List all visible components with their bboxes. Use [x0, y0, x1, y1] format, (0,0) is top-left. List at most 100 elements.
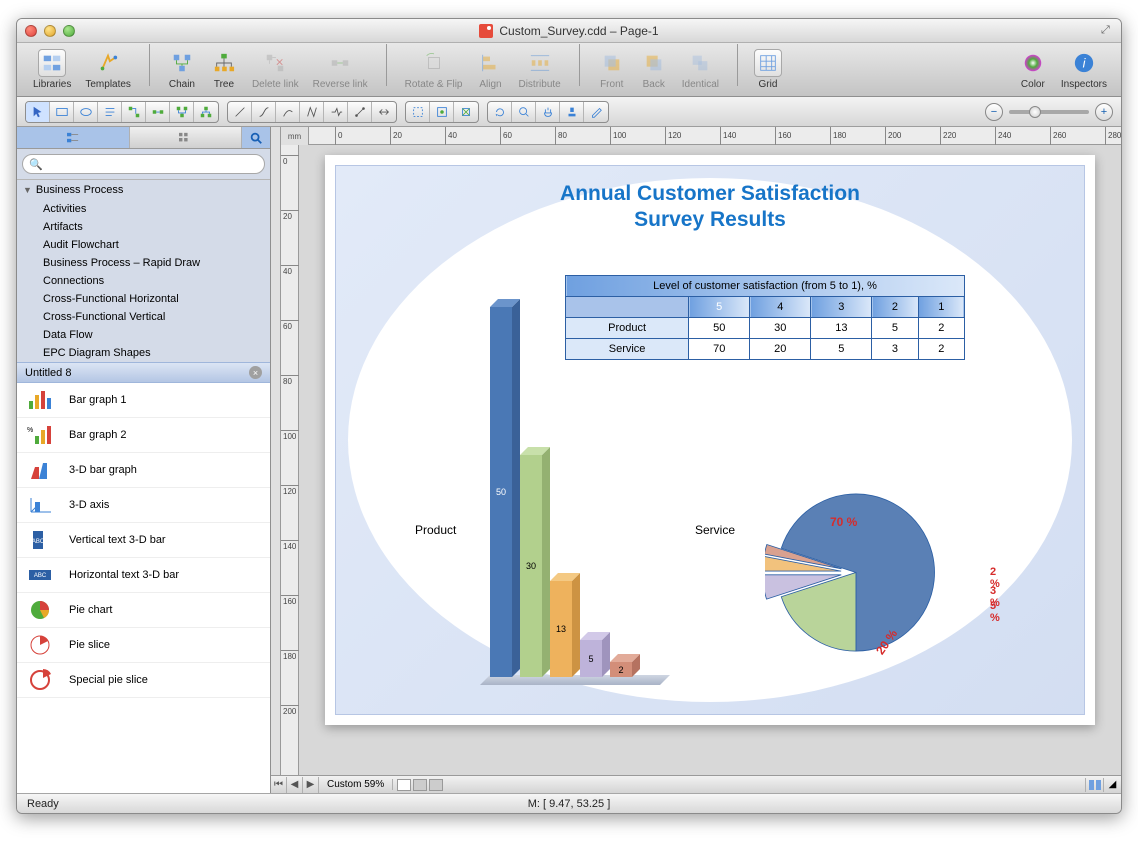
tree-item[interactable]: Data Flow — [17, 326, 270, 344]
shape-item[interactable]: Pie slice — [17, 628, 270, 663]
connector-tool-1[interactable] — [122, 102, 146, 122]
statusbar: Ready M: [ 9.47, 53.25 ] — [17, 793, 1121, 813]
zoom-combo[interactable]: Custom 59% — [319, 779, 393, 790]
tree-category[interactable]: ▼Business Process — [17, 180, 270, 200]
stamp-tool[interactable] — [560, 102, 584, 122]
tree-button[interactable]: Tree — [206, 47, 242, 92]
line-tool-3[interactable] — [276, 102, 300, 122]
split-view-icon[interactable] — [1085, 778, 1103, 792]
shape-item[interactable]: ABCHorizontal text 3-D bar — [17, 558, 270, 593]
sidebar-search-input[interactable] — [22, 154, 265, 174]
line-tool-1[interactable] — [228, 102, 252, 122]
connector-tool-2[interactable] — [146, 102, 170, 122]
vertical-ruler: 020406080100120140160180200 — [281, 145, 299, 775]
align-icon — [476, 49, 504, 77]
pie-chart-label: Service — [695, 523, 735, 537]
sidebar-tab-search[interactable] — [242, 127, 270, 148]
fullscreen-icon[interactable]: ⤢ — [1101, 24, 1115, 38]
page-tab-2[interactable] — [413, 779, 427, 791]
sidebar-tab-tree[interactable] — [17, 127, 130, 148]
shape-item[interactable]: Special pie slice — [17, 663, 270, 698]
tree-item[interactable]: Cross-Functional Horizontal — [17, 290, 270, 308]
libraries-button[interactable]: Libraries — [29, 47, 75, 92]
edit-tool-2[interactable] — [430, 102, 454, 122]
shape-item[interactable]: ABCVertical text 3-D bar — [17, 523, 270, 558]
tree-item[interactable]: Audit Flowchart — [17, 236, 270, 254]
chain-icon — [168, 49, 196, 77]
shape-item[interactable]: 3-D bar graph — [17, 453, 270, 488]
open-library-tab[interactable]: Untitled 8 × — [17, 362, 270, 383]
page-prev-button[interactable]: ◀ — [287, 777, 303, 793]
tree-item[interactable]: Cross-Functional Vertical — [17, 308, 270, 326]
distribute-icon — [526, 49, 554, 77]
shape-item[interactable]: 3-D axis — [17, 488, 270, 523]
rect-tool[interactable] — [50, 102, 74, 122]
inspectors-icon: i — [1070, 49, 1098, 77]
titlebar: Custom_Survey.cdd – Page-1 ⤢ — [17, 19, 1121, 43]
back-icon — [640, 49, 668, 77]
horizontal-ruler: 020406080100120140160180200220240260280 — [309, 127, 1121, 144]
pointer-tool[interactable] — [26, 102, 50, 122]
svg-text:%: % — [27, 427, 33, 434]
color-button[interactable]: Color — [1015, 47, 1051, 92]
back-button: Back — [636, 47, 672, 92]
tree-item[interactable]: Business Process – Rapid Draw — [17, 254, 270, 272]
rotate-flip-button: Rotate & Flip — [401, 47, 467, 92]
refresh-tool[interactable] — [488, 102, 512, 122]
color-icon — [1019, 49, 1047, 77]
tree-item[interactable]: Artifacts — [17, 218, 270, 236]
line-tool-2[interactable] — [252, 102, 276, 122]
edit-tool-3[interactable] — [454, 102, 478, 122]
zoom-tool[interactable] — [512, 102, 536, 122]
tree-icon — [210, 49, 238, 77]
page-next-button[interactable]: ▶ — [303, 777, 319, 793]
document-title: Annual Customer Satisfaction Survey Resu… — [345, 181, 1075, 234]
page-first-button[interactable]: ⏮ — [271, 777, 287, 793]
rotate-flip-icon — [420, 49, 448, 77]
grid-button[interactable]: Grid — [750, 47, 786, 92]
document-icon — [479, 24, 493, 38]
table-header: Level of customer satisfaction (from 5 t… — [566, 276, 965, 297]
view-tools-group — [487, 101, 609, 123]
page[interactable]: Annual Customer Satisfaction Survey Resu… — [325, 155, 1095, 725]
page-tab-1[interactable] — [397, 779, 411, 791]
inspectors-button[interactable]: iInspectors — [1057, 47, 1111, 92]
connector-tool-4[interactable] — [194, 102, 218, 122]
page-tab-3[interactable] — [429, 779, 443, 791]
product-bar-chart: 50301352 — [485, 295, 665, 685]
text-tool[interactable] — [98, 102, 122, 122]
zoom-out-button[interactable]: − — [985, 103, 1003, 121]
sidebar-tab-grid[interactable] — [130, 127, 243, 148]
delete-link-icon — [261, 49, 289, 77]
line-tools-group — [227, 101, 397, 123]
pan-tool[interactable] — [536, 102, 560, 122]
align-button: Align — [472, 47, 508, 92]
ellipse-tool[interactable] — [74, 102, 98, 122]
shape-item[interactable]: Bar graph 1 — [17, 383, 270, 418]
zoom-slider[interactable]: − + — [985, 103, 1113, 121]
templates-icon — [94, 49, 122, 77]
line-tool-6[interactable] — [348, 102, 372, 122]
connector-tool-3[interactable] — [170, 102, 194, 122]
line-tool-4[interactable] — [300, 102, 324, 122]
eyedropper-tool[interactable] — [584, 102, 608, 122]
tree-item[interactable]: Connections — [17, 272, 270, 290]
zoom-in-button[interactable]: + — [1095, 103, 1113, 121]
app-window: Custom_Survey.cdd – Page-1 ⤢ Libraries T… — [16, 18, 1122, 814]
close-library-tab-button[interactable]: × — [249, 366, 262, 379]
edit-tool-1[interactable] — [406, 102, 430, 122]
shape-item[interactable]: Pie chart — [17, 593, 270, 628]
resize-grip-icon[interactable]: ◢ — [1103, 778, 1121, 792]
templates-button[interactable]: Templates — [81, 47, 135, 92]
tree-item[interactable]: Activities — [17, 200, 270, 218]
line-tool-5[interactable] — [324, 102, 348, 122]
shape-item[interactable]: %Bar graph 2 — [17, 418, 270, 453]
sidebar: 🔍 ▼Business Process ActivitiesArtifactsA… — [17, 127, 271, 793]
front-icon — [598, 49, 626, 77]
line-tool-7[interactable] — [372, 102, 396, 122]
edit-tools-group — [405, 101, 479, 123]
canvas[interactable]: Annual Customer Satisfaction Survey Resu… — [299, 145, 1121, 775]
tree-item[interactable]: EPC Diagram Shapes — [17, 344, 270, 362]
chain-button[interactable]: Chain — [164, 47, 200, 92]
bar-chart-label: Product — [415, 523, 456, 537]
